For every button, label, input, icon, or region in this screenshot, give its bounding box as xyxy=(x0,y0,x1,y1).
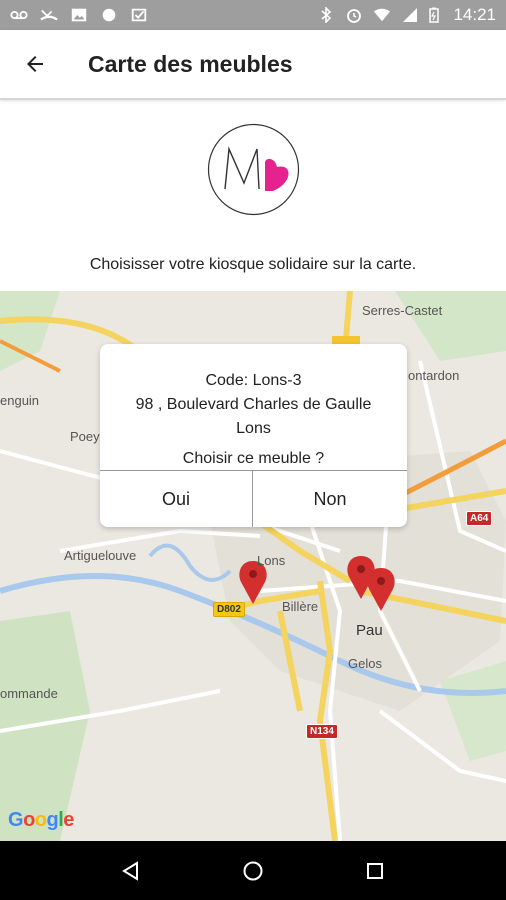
circle-icon xyxy=(102,8,116,22)
voicemail-icon xyxy=(10,10,28,20)
map-label-pau: Pau xyxy=(356,622,383,639)
google-letter: o xyxy=(23,809,35,831)
wifi-icon xyxy=(374,8,391,22)
google-letter: e xyxy=(63,809,74,831)
dialog-city: Lons xyxy=(236,420,271,437)
road-shield-d802: D802 xyxy=(213,602,245,617)
triangle-back-icon xyxy=(122,860,138,881)
nav-back-button[interactable] xyxy=(109,849,153,893)
arrow-left-icon xyxy=(27,56,43,72)
map-label-gelos: Gelos xyxy=(348,656,382,671)
google-logo[interactable]: Google xyxy=(8,809,74,832)
back-button[interactable] xyxy=(0,29,70,99)
road-shield-n134: N134 xyxy=(306,724,338,739)
google-letter: o xyxy=(34,809,47,831)
status-time: 14:21 xyxy=(453,5,496,24)
bluetooth-icon xyxy=(321,7,332,23)
signal-icon xyxy=(403,8,418,22)
yes-button[interactable]: Oui xyxy=(100,471,252,527)
map-label-lons: Lons xyxy=(257,553,286,568)
square-recents-icon xyxy=(367,862,383,879)
nav-recents-button[interactable] xyxy=(353,849,397,893)
dialog-address: 98 , Boulevard Charles de Gaulle xyxy=(135,396,372,413)
map-label-rontignon: ommande xyxy=(0,686,58,701)
map-label-artiguelouve: Artiguelouve xyxy=(64,548,137,563)
image-icon xyxy=(71,8,87,22)
google-letter: G xyxy=(8,809,24,831)
map-label-poey: Poey xyxy=(70,429,100,444)
map-label-lescar: enguin xyxy=(0,393,40,408)
dialog-code: Code: Lons-3 xyxy=(205,372,302,389)
status-bar: 14:21 xyxy=(0,0,506,30)
alarm-icon xyxy=(347,9,362,23)
instruction-text: Choisisser votre kiosque solidaire sur l… xyxy=(89,256,417,273)
check-icon xyxy=(131,8,147,22)
map-label-billere: Billère xyxy=(282,599,319,614)
page-title: Carte des meubles xyxy=(88,50,293,77)
missed-call-icon xyxy=(40,9,58,21)
marker-info-dialog: Code: Lons-3 98 , Boulevard Charles de G… xyxy=(100,344,407,527)
app-screen: 14:21 Carte des meubles Choisisser votre… xyxy=(0,0,506,900)
map-label-serres-castet: Serres-Castet xyxy=(362,303,443,318)
nav-home-button[interactable] xyxy=(231,849,275,893)
dialog-question: Choisir ce meuble ? xyxy=(182,450,325,467)
map-label-montardon: ontardon xyxy=(408,368,460,383)
circle-home-icon xyxy=(243,861,263,880)
navigation-bar xyxy=(0,841,506,900)
brand-logo xyxy=(207,123,300,216)
road-shield-a64: A64 xyxy=(466,511,493,526)
battery-icon xyxy=(429,7,440,23)
no-button[interactable]: Non xyxy=(253,471,407,527)
app-bar: Carte des meubles xyxy=(0,30,506,100)
google-letter: g xyxy=(46,809,59,831)
